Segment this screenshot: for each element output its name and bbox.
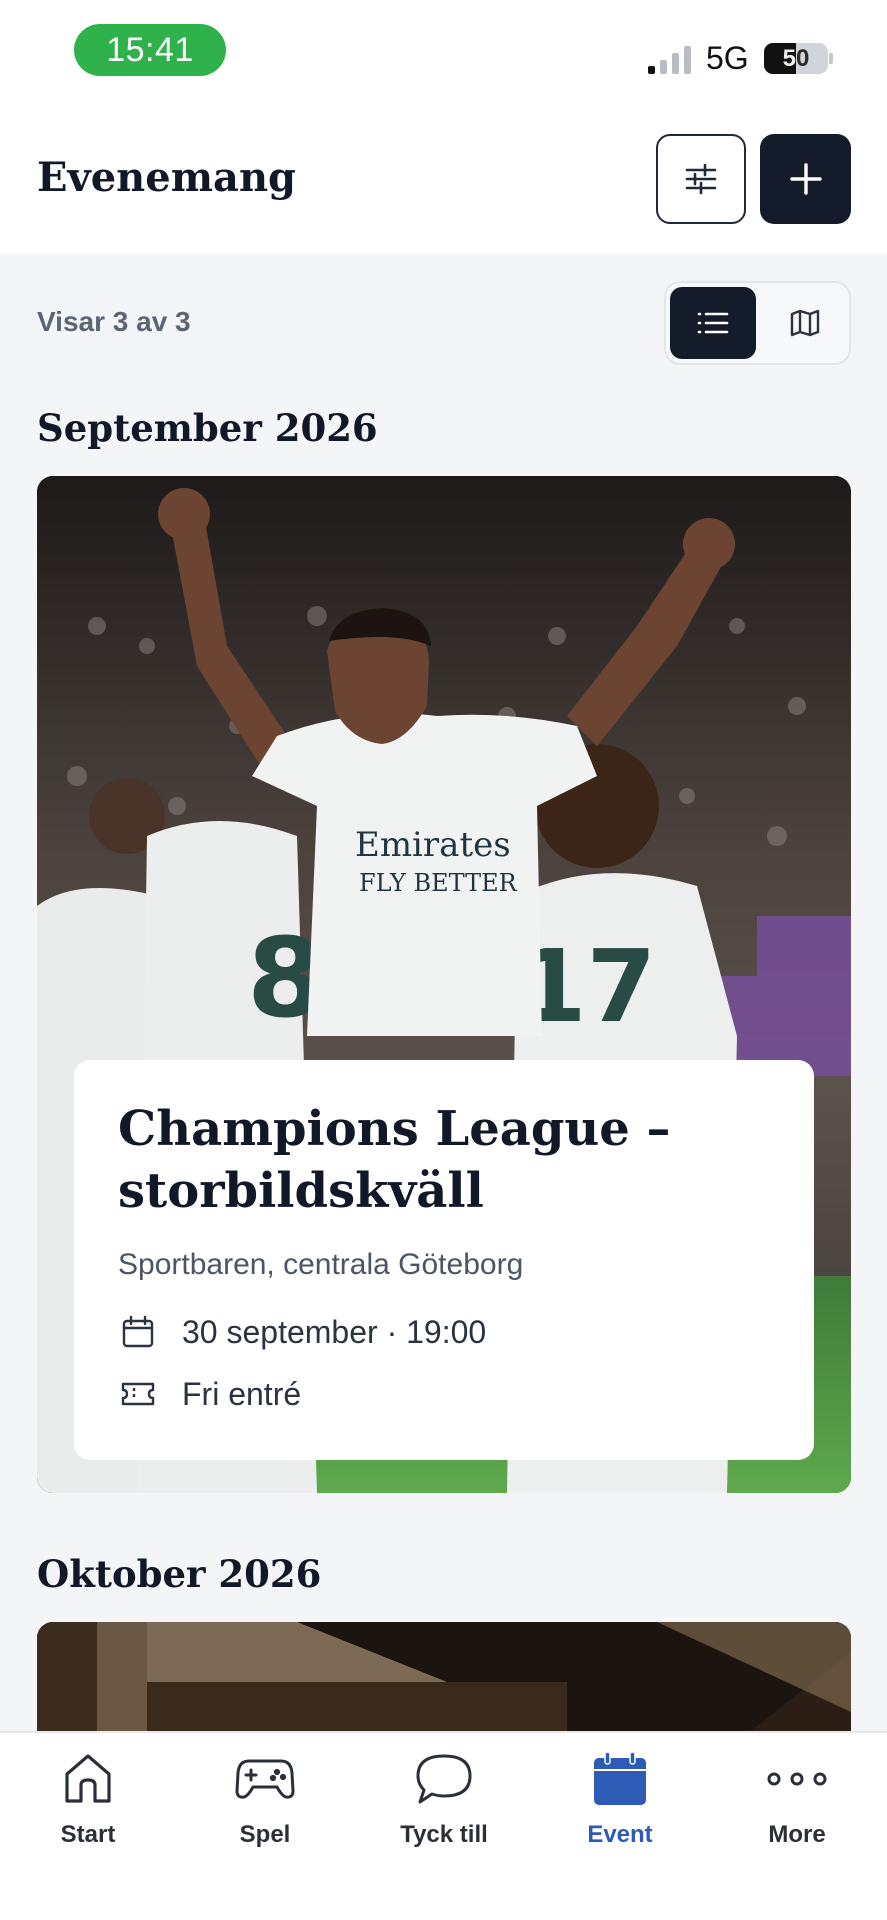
nav-label: Event: [587, 1821, 653, 1848]
filter-button[interactable]: [656, 134, 746, 224]
nav-item-start[interactable]: Start: [13, 1733, 163, 1863]
event-price-row: Fri entré: [118, 1374, 770, 1414]
map-icon: [790, 309, 820, 337]
bottom-navigation: Start Spel Tyck till Event More: [0, 1731, 887, 1920]
page-title: Evenemang: [37, 154, 297, 201]
map-view-button[interactable]: [762, 287, 848, 359]
nav-item-tyck-till[interactable]: Tyck till: [369, 1733, 519, 1863]
battery-cap: [829, 53, 833, 64]
svg-text:FLY BETTER: FLY BETTER: [359, 869, 518, 897]
section-title: Oktober 2026: [37, 1552, 322, 1596]
add-event-button[interactable]: [760, 134, 851, 224]
event-card[interactable]: 8 17 Emirates FLY BETTER Champions Leagu…: [37, 476, 851, 1493]
more-dots-icon: [765, 1747, 829, 1811]
home-icon: [56, 1747, 120, 1811]
event-venue: Sportbaren, centrala Göteborg: [118, 1248, 524, 1281]
event-info: Champions League – storbildskväll Sportb…: [74, 1060, 814, 1460]
event-card[interactable]: [37, 1622, 851, 1742]
nav-item-spel[interactable]: Spel: [190, 1733, 340, 1863]
nav-label: More: [768, 1821, 826, 1848]
sliders-icon: [685, 163, 717, 195]
nav-label: Start: [60, 1821, 116, 1848]
section-title: September 2026: [37, 406, 378, 450]
list-view-button[interactable]: [670, 287, 756, 359]
event-title: Champions League – storbildskväll: [118, 1101, 671, 1219]
page-header: Evenemang: [0, 104, 887, 254]
ticket-icon: [118, 1374, 158, 1414]
nav-item-more[interactable]: More: [722, 1733, 872, 1863]
view-toggle: [664, 281, 851, 365]
battery-icon: 50: [764, 43, 828, 74]
network-type: 5G: [706, 40, 749, 76]
nav-item-event[interactable]: Event: [545, 1733, 695, 1863]
nav-label: Tyck till: [400, 1821, 488, 1848]
calendar-icon: [118, 1312, 158, 1352]
status-time: 15:41: [74, 24, 226, 76]
event-datetime: 30 september · 19:00: [182, 1313, 487, 1350]
calendar-icon: [588, 1747, 652, 1811]
event-image: [37, 1622, 851, 1742]
results-count: Visar 3 av 3: [37, 306, 191, 337]
nav-label: Spel: [239, 1821, 291, 1848]
plus-icon: [789, 163, 822, 195]
chat-bubble-icon: [412, 1747, 476, 1811]
event-price: Fri entré: [182, 1375, 302, 1412]
event-date-row: 30 september · 19:00: [118, 1312, 770, 1352]
svg-text:Emirates: Emirates: [355, 825, 511, 865]
battery-level: 50: [782, 44, 810, 72]
signal-icon: [648, 46, 691, 74]
gamepad-icon: [233, 1747, 297, 1811]
list-icon: [697, 312, 729, 334]
status-bar: 15:41 5G 50: [0, 0, 887, 104]
